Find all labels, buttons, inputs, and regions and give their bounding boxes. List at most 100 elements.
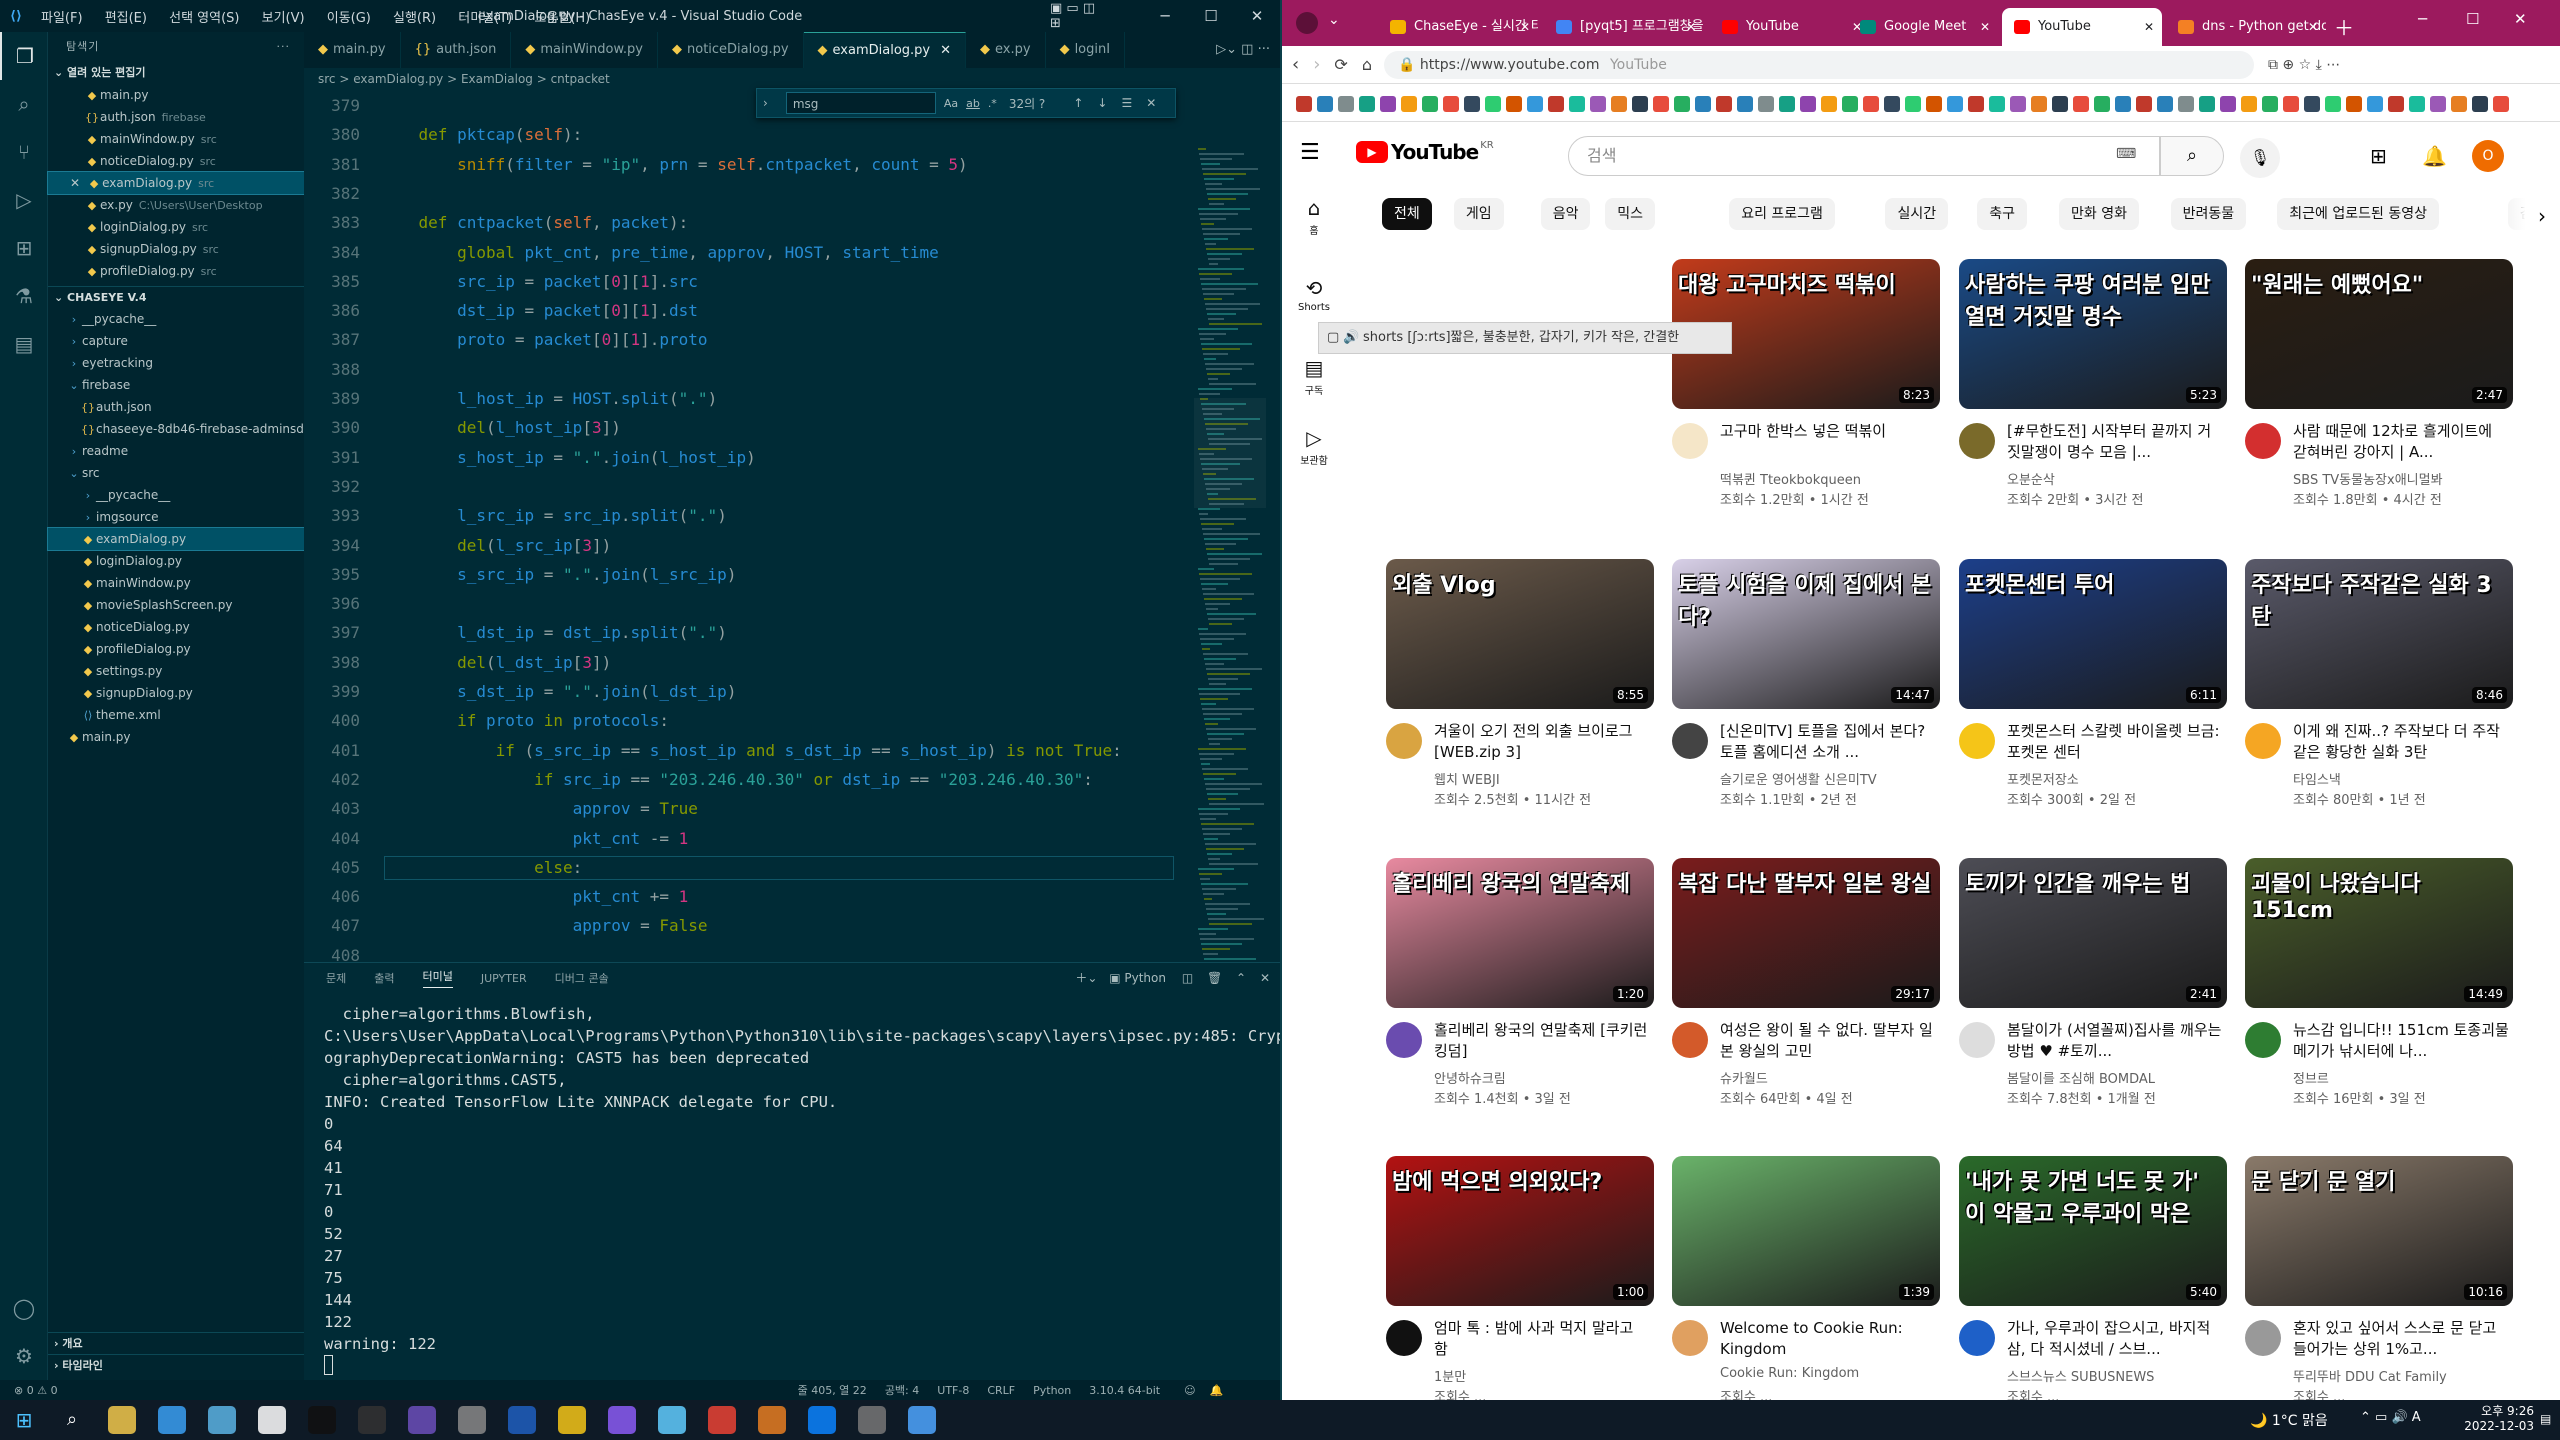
vscode-icon[interactable] [808,1406,836,1434]
file-tree-item[interactable]: {}auth.json [48,396,304,418]
open-editor-item[interactable]: ◆ mainWindow.py src [48,128,304,150]
video-card[interactable]: 포켓몬센터 투어 6:11 포켓몬스터 스칼렛 바이올렛 브금: 포켓몬 센터 포켓몬… [1959,559,2227,849]
video-card[interactable]: 대왕 고구마치즈 떡볶이 8:23 고구마 한박스 넣은 떡볶이 떡볶퀸 Tteokb… [1672,259,1940,549]
code-line[interactable]: l_host_ip = HOST.split(".") [380,389,717,408]
bookmark-icon[interactable] [1737,96,1753,112]
file-tree-item[interactable]: ◆ settings.py [48,660,304,682]
keyboard-icon[interactable]: ⌨ [2116,146,2136,162]
open-editor-item[interactable]: ◆ loginDialog.py src [48,216,304,238]
video-card[interactable]: 홀리베리 왕국의 연말축제 1:20 홀리베리 왕국의 연말축제 [쿠키런 킹덤] 안… [1386,858,1654,1148]
tray-icons[interactable]: ⌃ ▭ 🔊 A [2360,1410,2421,1425]
search-input[interactable]: 검색 [1568,136,2160,176]
video-title[interactable]: 겨울이 오기 전의 외출 브이로그 [WEB.zip 3] [1434,721,1650,763]
bookmark-icon[interactable] [2178,96,2194,112]
channel-name[interactable]: 포켓몬저장소 [2007,769,2079,788]
breadcrumb[interactable]: src > examDialog.py > ExamDialog > cntpa… [304,68,1280,90]
bookmark-icon[interactable] [2220,96,2236,112]
panel-tab[interactable]: 출력 [374,970,394,986]
open-editor-item[interactable]: ◆ ex.py C:\Users\User\Desktop [48,194,304,216]
account-icon[interactable]: ◯ [0,1284,48,1332]
code-line[interactable]: approv = False [380,916,708,935]
bookmark-icon[interactable] [1947,96,1963,112]
close-button[interactable]: ✕ [2514,10,2527,28]
bookmark-icon[interactable] [1758,96,1774,112]
bookmark-icon[interactable] [2430,96,2446,112]
channel-avatar[interactable] [2245,1022,2281,1058]
terminal-shell-label[interactable]: Python [1124,971,1166,985]
new-tab-button[interactable]: ＋ [2334,12,2354,41]
video-card[interactable]: 문 닫기 문 열기 10:16 혼자 있고 싶어서 스스로 문 닫고 들어가는 상위… [2245,1156,2513,1400]
bookmark-icon[interactable] [1716,96,1732,112]
feedback-icon[interactable]: ☺ [1184,1384,1195,1397]
code-line[interactable]: s_dst_ip = ".".join(l_dst_ip) [380,682,736,701]
bookmark-icon[interactable] [1464,96,1480,112]
channel-avatar[interactable] [1386,1320,1422,1356]
word-icon[interactable] [508,1406,536,1434]
start-icon[interactable]: ⊞ [10,1406,38,1434]
bookmark-icon[interactable] [2010,96,2026,112]
terminal-cursor[interactable] [324,1355,333,1375]
channel-avatar[interactable] [1959,1022,1995,1058]
channel-name[interactable]: 안녕하슈크림 [1434,1068,1506,1087]
voice-search-button[interactable]: 🎙 [2240,138,2280,178]
video-title[interactable]: 포켓몬스터 스칼렛 바이올렛 브금: 포켓몬 센터 [2007,721,2223,763]
video-thumbnail[interactable]: "원래는 예뻤어요" 2:47 [2245,259,2513,409]
bookmark-icon[interactable] [1317,96,1333,112]
filter-chip[interactable]: 반려동물 [2170,198,2247,230]
find-input[interactable]: msg [785,92,936,114]
channel-name[interactable]: 스브스뉴스 SUBUSNEWS [2007,1366,2154,1385]
search-icon[interactable]: ⌕ [0,80,48,128]
bookmark-icon[interactable] [1800,96,1816,112]
video-title[interactable]: 이게 왜 진짜..? 주작보다 더 주작같은 황당한 실화 3탄 [2293,721,2509,763]
editor-tab[interactable]: ◆ loginI [1046,32,1126,68]
video-title[interactable]: 홀리베리 왕국의 연말축제 [쿠키런 킹덤] [1434,1020,1650,1062]
reload-button[interactable]: ⟳ [1334,55,1347,74]
bookmark-icon[interactable] [1989,96,2005,112]
weather-widget[interactable]: 🌙 1°C 맑음 [2250,1410,2328,1430]
close-tab-icon[interactable]: ✕ [1980,8,1990,46]
home-button[interactable]: ⌂ [1362,55,1372,74]
video-title[interactable]: 혼자 있고 싶어서 스스로 문 닫고 들어가는 상위 1%고... [2293,1318,2509,1360]
previous-match-icon[interactable]: ↑ [1073,96,1083,110]
browser-tab[interactable]: Google Meet ✕ [1848,8,1998,46]
bookmark-icon[interactable] [1422,96,1438,112]
browser-tab[interactable]: [pyqt5] 프로그램창을 ✕ [1544,8,1704,46]
find-in-selection-icon[interactable]: ☰ [1121,96,1132,110]
bookmark-icon[interactable] [1401,96,1417,112]
bookmark-icon[interactable] [2493,96,2509,112]
channel-name[interactable]: 슈카월드 [1720,1068,1768,1087]
bookmark-icon[interactable] [1443,96,1459,112]
panel-tab[interactable]: 터미널 [422,968,453,988]
language-mode[interactable]: Python [1033,1384,1071,1397]
toggle-replace-icon[interactable]: › [763,96,768,110]
notes-icon[interactable] [858,1406,886,1434]
bookmark-icon[interactable] [2409,96,2425,112]
file-tree-item[interactable]: ⌄ firebase [48,374,304,396]
channel-avatar[interactable] [1959,1320,1995,1356]
bookmark-icon[interactable] [2052,96,2068,112]
project-header[interactable]: ⌄ CHASEYE V.4 [48,286,304,308]
video-thumbnail[interactable]: 외출 Vlog 8:55 [1386,559,1654,709]
bookmark-icon[interactable] [2136,96,2152,112]
video-card[interactable]: 토플 시험을 이제 집에서 본다? 14:47 [신온미TV] 토플을 집에서 본다… [1672,559,1940,849]
interpreter[interactable]: 3.10.4 64-bit [1089,1384,1160,1397]
video-card[interactable]: "원래는 예뻤어요" 2:47 사람 때문에 12차로 흘게이트에 갇혀버린 강아지… [2245,259,2513,549]
file-tree-item[interactable]: ◆ loginDialog.py [48,550,304,572]
guide-subscriptions[interactable]: ▤ 구독 [1282,356,1346,397]
terminal-output[interactable]: cipher=algorithms.Blowfish, C:\Users\User… [324,1003,1280,1375]
notification-center-icon[interactable]: ▤ [2540,1412,2551,1426]
open-editor-item[interactable]: {}auth.json firebase [48,106,304,128]
notifications-icon[interactable]: 🔔 [2422,144,2447,168]
video-title[interactable]: 가나, 우루과이 잡으시고, 바지적삼, 다 적시셨네 / 스브... [2007,1318,2223,1360]
channel-avatar[interactable] [1959,723,1995,759]
close-tab-icon[interactable]: ✕ [2144,8,2154,46]
edge-browser-icon[interactable] [158,1406,186,1434]
channel-name[interactable]: 봄달이를 조심해 BOMDAL [2007,1068,2155,1087]
timeline-header[interactable]: › 타임라인 [48,1354,304,1376]
menu-file[interactable]: 파일(F) [41,11,83,26]
clock[interactable]: 오후 9:26 2022-12-03 [2454,1402,2534,1433]
close-find-icon[interactable]: ✕ [1146,96,1156,110]
video-title[interactable]: 사람 때문에 12차로 흘게이트에 갇혀버린 강아지 | A... [2293,421,2509,463]
notepad-icon[interactable] [258,1406,286,1434]
menu-go[interactable]: 이동(G) [327,11,371,26]
